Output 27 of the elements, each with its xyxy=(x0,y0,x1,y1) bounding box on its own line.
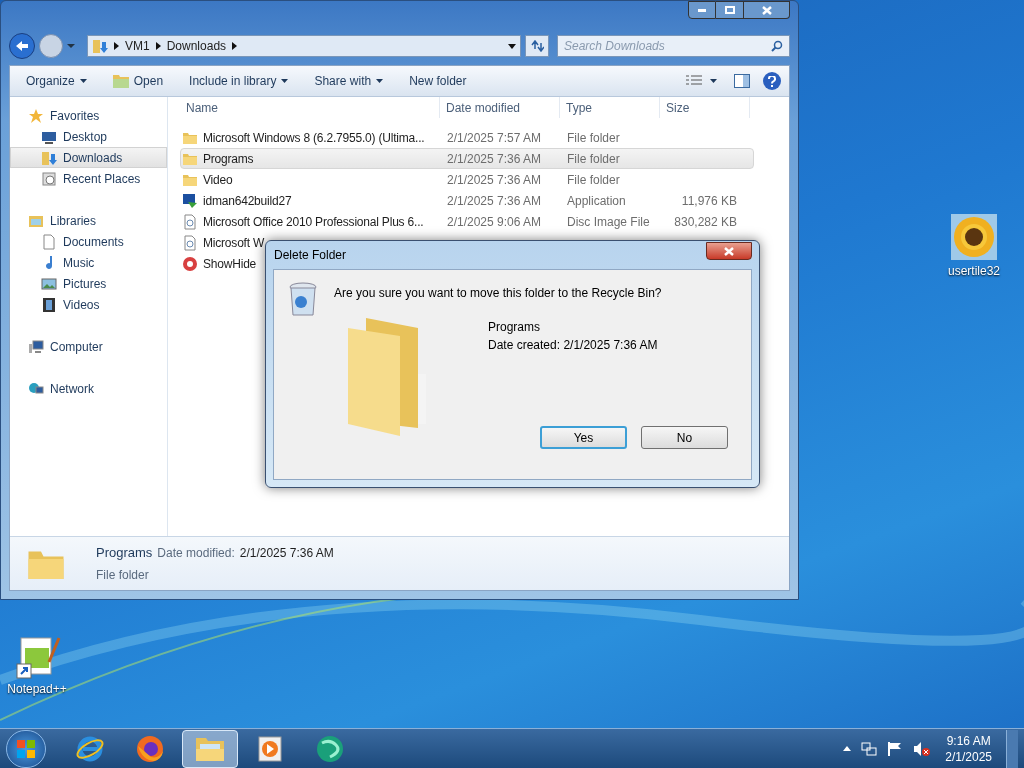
detail-value: 2/1/2025 7:36 AM xyxy=(239,544,334,562)
detail-type: File folder xyxy=(96,567,150,585)
date-modified: 2/1/2025 9:06 AM xyxy=(446,213,543,231)
date-modified: 2/1/2025 7:36 AM xyxy=(446,150,543,168)
file-type: File folder xyxy=(566,150,621,168)
dialog-message: Are you sure you want to move this folder to the Recycle Bin? xyxy=(334,285,662,302)
file-name: Video xyxy=(203,171,233,189)
file-name: Microsoft Office 2010 Professional Plus 6... xyxy=(203,213,424,231)
file-name: idman642build27 xyxy=(203,192,292,210)
item-created: Date created: 2/1/2025 7:36 AM xyxy=(488,337,658,354)
file-type: File folder xyxy=(566,171,621,189)
file-type: Disc Image File xyxy=(566,213,651,231)
file-name: Microsoft W xyxy=(203,234,265,252)
file-name: Microsoft Windows 8 (6.2.7955.0) (Ultima... xyxy=(203,129,425,147)
file-type: Application xyxy=(566,192,627,210)
date-modified: 2/1/2025 7:36 AM xyxy=(446,171,543,189)
item-name: Programs xyxy=(488,319,541,336)
date-modified: 2/1/2025 7:36 AM xyxy=(446,192,543,210)
file-name: Programs xyxy=(203,150,254,168)
file-size: 11,976 KB xyxy=(680,192,737,210)
detail-label: Date modified: xyxy=(157,544,235,562)
file-name: ShowHide xyxy=(203,255,257,273)
date-modified: 2/1/2025 7:57 AM xyxy=(446,129,543,147)
file-type: File folder xyxy=(566,129,621,147)
dialog-title: Delete Folder xyxy=(273,247,347,264)
file-size: 830,282 KB xyxy=(673,213,737,231)
detail-name: Programs xyxy=(96,543,153,562)
